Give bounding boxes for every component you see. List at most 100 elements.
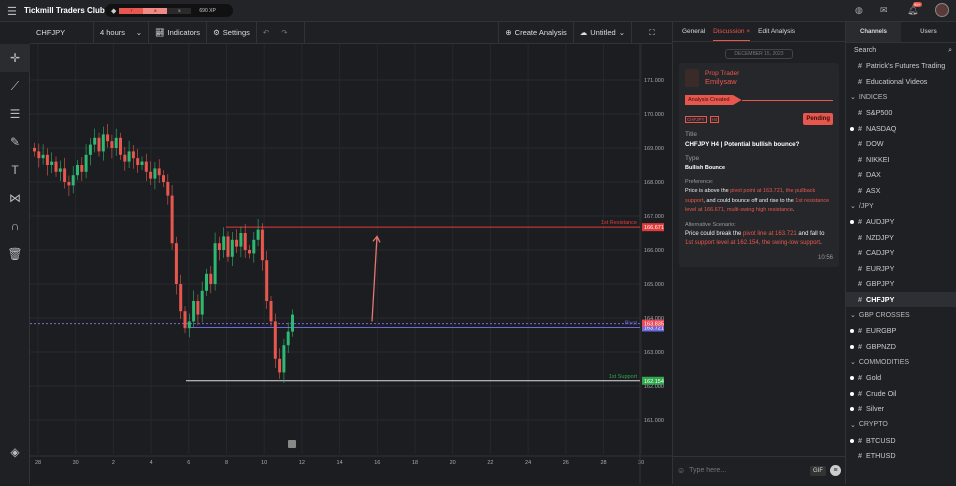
tab-discussion[interactable]: Discussion × (713, 23, 751, 41)
price-chart[interactable]: 171.000 170.000 169.000 168.000 167.000 166.0… (30, 44, 685, 484)
unread-dot (850, 329, 854, 333)
magnet-icon[interactable]: ∩ (0, 212, 30, 240)
channel-label: GBPJPY (866, 279, 895, 289)
channel-item[interactable]: # AUDJPY (846, 214, 956, 230)
channel-group[interactable]: ⌄ COMMODITIES (846, 354, 956, 370)
undo-icon[interactable]: ↶ (263, 28, 269, 37)
x-tick-label: 10 (261, 460, 267, 466)
candle-body (200, 290, 204, 315)
user-name[interactable]: Emilysaw (705, 77, 739, 86)
chart-canvas[interactable]: 171.000 170.000 169.000 168.000 167.000 166.0… (30, 44, 685, 484)
channel-item[interactable]: # CADJPY (846, 245, 956, 261)
candle-body (217, 243, 221, 250)
interval-dropdown[interactable]: 4 hours ⌄ (94, 21, 149, 44)
channel-item[interactable]: # Educational Videos (846, 74, 956, 90)
search-icon: ⌕ (948, 46, 952, 54)
candle-body (222, 236, 226, 250)
channel-item[interactable]: # S&P500 (846, 105, 956, 121)
channel-item[interactable]: # GBPNZD (846, 339, 956, 355)
channel-item[interactable]: # GBPJPY (846, 276, 956, 292)
channel-label: NZDJPY (866, 232, 894, 242)
avatar[interactable] (935, 3, 949, 17)
candle-body (67, 182, 71, 186)
channel-item[interactable]: # EURJPY (846, 261, 956, 277)
tab-general[interactable]: General (682, 28, 705, 35)
menu-icon[interactable]: ☰ (7, 5, 17, 18)
hash-icon: # (858, 341, 862, 351)
channel-item[interactable]: # Silver (846, 401, 956, 417)
channel-item[interactable]: # DAX (846, 167, 956, 183)
indicators-button[interactable]: 📈︎ Indicators (149, 21, 208, 44)
channel-item[interactable]: # CHFJPY (846, 291, 956, 307)
diamond-icon: ◆ (111, 7, 117, 15)
pattern-icon[interactable]: ⋈ (0, 184, 30, 212)
chevron-down-icon: ⌄ (850, 359, 856, 366)
group-label: /JPY (858, 202, 874, 210)
text-icon[interactable]: T (0, 156, 30, 184)
trash-icon[interactable]: 🗑︎ (0, 240, 30, 268)
channel-item[interactable]: # Crude Oil (846, 386, 956, 402)
channel-group[interactable]: ⌄/JPY (846, 198, 956, 214)
candle-body (131, 151, 135, 159)
mail-icon[interactable]: ✉ (880, 5, 888, 16)
symbol-label: CHFJPY (36, 28, 66, 37)
layout-dropdown[interactable]: ☁ Untitled ⌄ (574, 21, 632, 44)
channel-item[interactable]: # Patrick's Futures Trading (846, 58, 956, 74)
channel-item[interactable]: # EURGBP (846, 323, 956, 339)
create-analysis-label: Create Analysis (514, 28, 567, 37)
search-input[interactable]: Search (854, 47, 876, 54)
channel-item[interactable]: # NASDAQ (846, 121, 956, 137)
hash-icon: # (858, 388, 862, 398)
hash-icon: # (858, 185, 862, 195)
send-icon[interactable]: ≡ (830, 465, 841, 476)
y-tick-label: 165.000 (644, 282, 664, 288)
emoji-icon[interactable]: ☺ (677, 466, 685, 475)
redo-icon[interactable]: ↷ (281, 28, 287, 37)
candle (248, 244, 251, 259)
fib-icon[interactable]: ☰ (0, 100, 30, 128)
channel-item[interactable]: # BTCUSD (846, 433, 956, 449)
channel-label: DOW (866, 139, 884, 149)
channel-item[interactable]: # Gold (846, 370, 956, 386)
brush-icon[interactable]: ✎ (0, 128, 30, 156)
date-label: DECEMBER 15, 2023 (725, 49, 793, 59)
channel-group[interactable]: ⌄ GBP CROSSES (846, 307, 956, 323)
projection-arrow (371, 236, 378, 322)
channel-item[interactable]: # ETHUSD (846, 448, 956, 464)
hash-icon: # (858, 61, 862, 71)
crosshair-icon[interactable]: ✛ (0, 44, 30, 72)
message-input[interactable] (689, 467, 806, 474)
channel-group[interactable]: ⌄ CRYPTO (846, 417, 956, 433)
candle-body (230, 239, 234, 257)
channel-item[interactable]: # NZDJPY (846, 230, 956, 246)
unread-dot (850, 344, 854, 349)
gif-button[interactable]: GIF (810, 465, 826, 476)
channel-item[interactable]: # DOW (846, 136, 956, 152)
x-tick-label: 30 (638, 460, 644, 466)
tab-edit-analysis[interactable]: Edit Analysis (758, 28, 795, 35)
x-tick-label: 24 (525, 460, 531, 466)
x-tick-label: 28 (600, 460, 606, 466)
settings-button[interactable]: ⚙ Settings (207, 21, 257, 44)
candle (50, 152, 54, 173)
channel-label: Patrick's Futures Trading (866, 61, 946, 71)
globe-icon[interactable]: ◍ (855, 5, 863, 16)
channel-search[interactable]: Search ⌕ (846, 42, 956, 58)
layers-icon[interactable]: ◈ (0, 438, 30, 466)
fullscreen-button[interactable]: ⛶ (632, 22, 672, 44)
analysis-title: CHFJPY H4 | Potential bullish bounce? (685, 141, 800, 148)
title-label: Title (685, 131, 698, 138)
tab-channels[interactable]: Channels (846, 22, 901, 42)
symbol-selector[interactable]: CHFJPY (30, 21, 94, 44)
x-tick-label: 30 (73, 460, 79, 466)
candle-body (80, 165, 84, 172)
candle-body (286, 331, 290, 346)
trendline-icon[interactable]: ⟋ (0, 72, 30, 100)
tab-users[interactable]: Users (901, 22, 956, 42)
create-analysis-button[interactable]: ⊕ Create Analysis (498, 21, 574, 44)
channel-group[interactable]: ⌄ INDICES (846, 89, 956, 105)
alternative-text: Price could break the pivot line at 163.… (685, 230, 825, 247)
channel-item[interactable]: # ASX (846, 183, 956, 199)
channel-item[interactable]: # NIKKEI (846, 152, 956, 168)
close-icon[interactable]: × (746, 28, 750, 35)
